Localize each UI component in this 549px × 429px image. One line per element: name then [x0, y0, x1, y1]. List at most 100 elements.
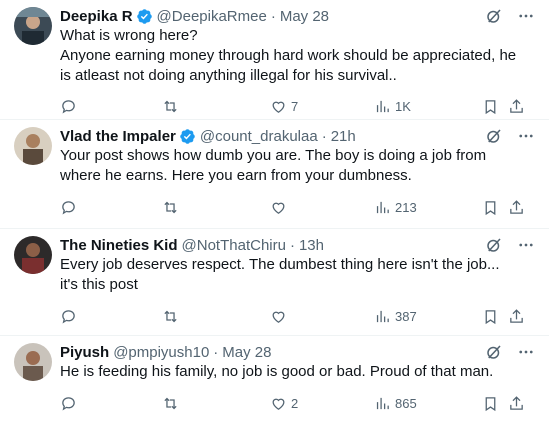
- author-name[interactable]: Deepika R: [60, 8, 133, 25]
- share-button[interactable]: [508, 199, 525, 216]
- share-icon: [510, 99, 523, 113]
- share-button[interactable]: [508, 395, 525, 412]
- author-handle[interactable]: @count_drakulaa: [200, 128, 318, 145]
- reply-button[interactable]: [60, 98, 77, 115]
- verified-badge-icon: [179, 128, 196, 145]
- bookmark-icon: [485, 201, 496, 216]
- reply-icon: [62, 310, 75, 324]
- tweet-text: He is feeding his family, no job is good…: [60, 362, 537, 382]
- more-options-icon[interactable]: [517, 236, 535, 259]
- repost-icon: [164, 310, 177, 323]
- bookmark-button[interactable]: [482, 98, 499, 115]
- like-button[interactable]: [270, 199, 291, 216]
- repost-button[interactable]: [162, 308, 179, 325]
- repost-icon: [164, 397, 177, 410]
- bookmark-icon: [485, 100, 496, 115]
- reply-button[interactable]: [60, 308, 77, 325]
- more-options-icon[interactable]: [517, 127, 535, 150]
- tweet-text-line: Your post shows how dumb you are. The bo…: [60, 147, 487, 184]
- author-handle[interactable]: @DeepikaRmee: [157, 8, 267, 25]
- tweet-text-line: Anyone earning money through hard work s…: [60, 47, 517, 84]
- separator: ·: [289, 236, 295, 254]
- reply-icon: [62, 397, 75, 411]
- grok-icon[interactable]: [485, 127, 503, 150]
- views-button[interactable]: 1K: [374, 98, 411, 115]
- separator: ·: [321, 127, 327, 145]
- share-icon: [510, 309, 523, 323]
- tweet[interactable]: The Nineties Kid @NotThatChiru · 13h Eve…: [0, 229, 549, 336]
- bookmark-button[interactable]: [482, 395, 499, 412]
- more-options-icon[interactable]: [517, 343, 535, 366]
- heart-icon: [272, 311, 285, 323]
- like-button[interactable]: [270, 308, 291, 325]
- views-icon: [376, 397, 389, 410]
- author-name[interactable]: Piyush: [60, 344, 109, 361]
- like-count: 7: [291, 99, 299, 114]
- views-icon: [376, 201, 389, 214]
- like-count: 2: [291, 396, 299, 411]
- tweet-text: Your post shows how dumb you are. The bo…: [60, 146, 537, 186]
- tweet[interactable]: Vlad the Impaler @count_drakulaa · 21h Y…: [0, 120, 549, 229]
- view-count: 1K: [395, 99, 411, 114]
- timestamp[interactable]: May 28: [222, 344, 271, 361]
- tweet-actions: 387: [60, 304, 537, 332]
- more-options-icon[interactable]: [517, 7, 535, 30]
- bookmark-button[interactable]: [482, 308, 499, 325]
- grok-icon[interactable]: [485, 236, 503, 259]
- reply-button[interactable]: [60, 395, 77, 412]
- bookmark-icon: [485, 397, 496, 412]
- views-icon: [376, 100, 389, 113]
- reply-feed: Deepika R @DeepikaRmee · May 28 What is …: [0, 0, 549, 429]
- grok-icon[interactable]: [485, 7, 503, 30]
- view-count: 387: [395, 309, 417, 324]
- tweet-text-line: He is feeding his family, no job is good…: [60, 363, 494, 380]
- separator: ·: [270, 7, 276, 25]
- repost-icon: [164, 201, 177, 214]
- tweet-text: What is wrong here? Anyone earning money…: [60, 26, 537, 86]
- views-icon: [376, 310, 389, 323]
- tweet[interactable]: Piyush @pmpiyush10 · May 28 He is feedin…: [0, 336, 549, 429]
- heart-icon: [272, 101, 285, 113]
- share-button[interactable]: [508, 308, 525, 325]
- tweet-actions: 2 865: [60, 391, 537, 419]
- tweet-actions: 7 1K: [60, 94, 537, 122]
- avatar[interactable]: [14, 343, 52, 381]
- tweet-text-line: Every job deserves respect. The dumbest …: [60, 256, 500, 293]
- verified-badge-icon: [136, 8, 153, 25]
- view-count: 213: [395, 200, 417, 215]
- repost-icon: [164, 100, 177, 113]
- timestamp[interactable]: 21h: [331, 128, 356, 145]
- avatar[interactable]: [14, 127, 52, 165]
- bookmark-button[interactable]: [482, 199, 499, 216]
- timestamp[interactable]: May 28: [280, 8, 329, 25]
- like-button[interactable]: 2: [270, 395, 298, 412]
- tweet[interactable]: Deepika R @DeepikaRmee · May 28 What is …: [0, 0, 549, 120]
- reply-icon: [62, 100, 75, 114]
- reply-button[interactable]: [60, 199, 77, 216]
- tweet-text: Every job deserves respect. The dumbest …: [60, 255, 537, 295]
- timestamp[interactable]: 13h: [299, 237, 324, 254]
- author-handle[interactable]: @NotThatChiru: [182, 237, 286, 254]
- heart-icon: [272, 202, 285, 214]
- reply-icon: [62, 201, 75, 215]
- share-button[interactable]: [508, 98, 525, 115]
- author-name[interactable]: The Nineties Kid: [60, 237, 178, 254]
- repost-button[interactable]: [162, 199, 179, 216]
- bookmark-icon: [485, 310, 496, 325]
- tweet-actions: 213: [60, 195, 537, 223]
- views-button[interactable]: 387: [374, 308, 417, 325]
- author-name[interactable]: Vlad the Impaler: [60, 128, 176, 145]
- like-button[interactable]: 7: [270, 98, 298, 115]
- avatar[interactable]: [14, 7, 52, 45]
- avatar[interactable]: [14, 236, 52, 274]
- grok-icon[interactable]: [485, 343, 503, 366]
- views-button[interactable]: 213: [374, 199, 417, 216]
- repost-button[interactable]: [162, 98, 179, 115]
- views-button[interactable]: 865: [374, 395, 417, 412]
- share-icon: [510, 396, 523, 410]
- heart-icon: [272, 398, 285, 410]
- share-icon: [510, 200, 523, 214]
- repost-button[interactable]: [162, 395, 179, 412]
- separator: ·: [213, 343, 219, 361]
- author-handle[interactable]: @pmpiyush10: [113, 344, 209, 361]
